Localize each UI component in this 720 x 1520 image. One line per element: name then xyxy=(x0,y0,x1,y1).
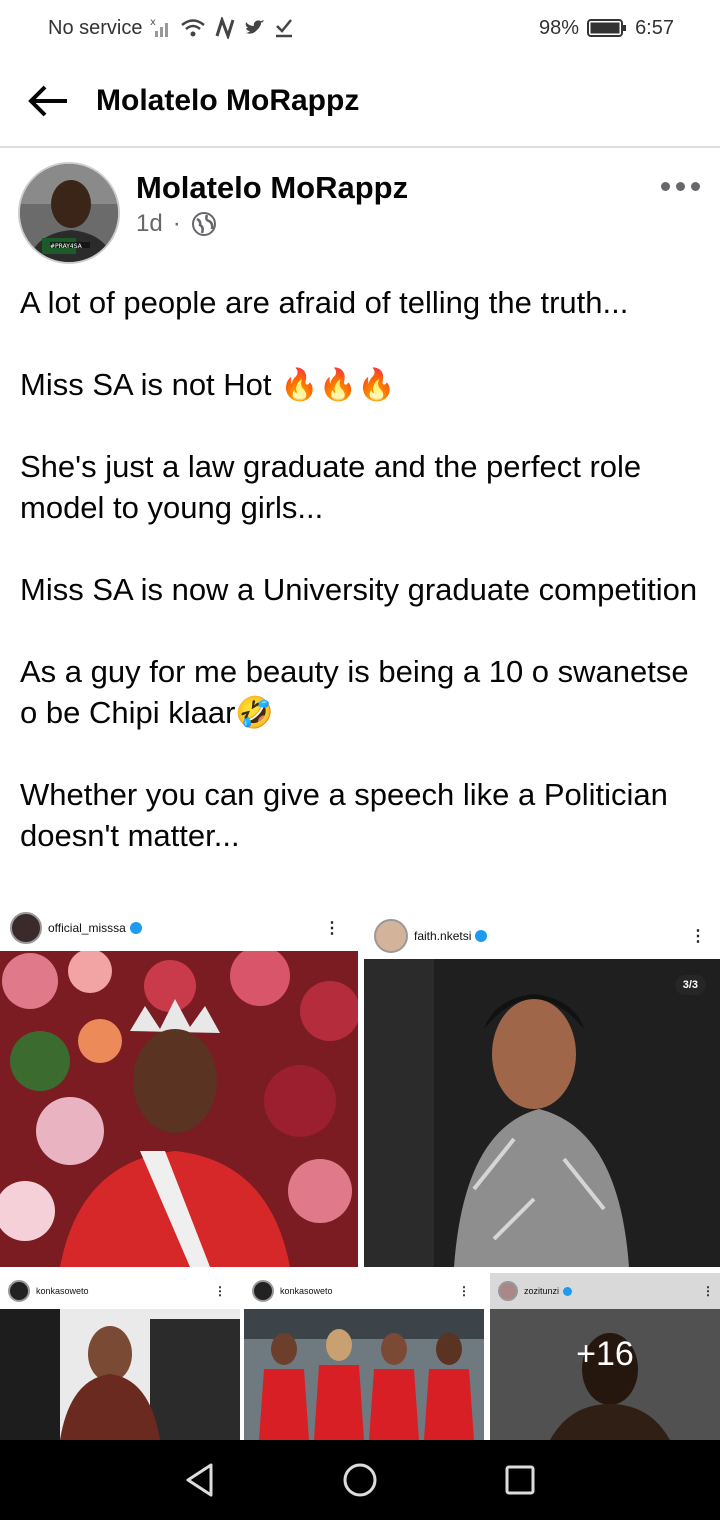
avatar-caption: #PRAY4SA xyxy=(50,243,83,250)
battery-percent: 98% xyxy=(539,16,580,39)
post-paragraph: Whether you can give a speech like a Pol… xyxy=(20,777,668,853)
ig-username: official_misssa xyxy=(48,921,126,935)
verified-badge-icon xyxy=(129,922,142,934)
post-time[interactable]: 1d xyxy=(136,210,163,238)
photo-grid: official_misssa ⋮ faith.nketsi ⋮ 3/3 kon… xyxy=(0,905,720,1440)
twitter-icon xyxy=(244,18,266,38)
photo-tile[interactable]: konkasoweto ⋮ xyxy=(0,1273,240,1440)
ig-more-icon: ⋮ xyxy=(458,1284,470,1298)
ig-more-icon: ⋮ xyxy=(690,928,706,945)
ig-username-row: zozitunzi xyxy=(524,1286,573,1296)
status-bar: No service x 98% 6:57 xyxy=(0,0,720,56)
photo-tile[interactable]: official_misssa ⋮ xyxy=(0,905,358,1267)
app-bar: Molatelo MoRappz xyxy=(0,56,720,148)
download-done-icon xyxy=(274,17,294,39)
ig-more-icon: ⋮ xyxy=(214,1284,226,1298)
circle-home-icon xyxy=(343,1463,377,1497)
post-body: A lot of people are afraid of telling th… xyxy=(20,282,710,856)
ig-more-icon: ⋮ xyxy=(324,920,340,937)
back-button[interactable] xyxy=(0,55,96,147)
nfc-icon xyxy=(214,17,236,39)
ig-post-header: zozitunzi ⋮ xyxy=(490,1273,720,1309)
ig-avatar xyxy=(498,1281,518,1301)
square-recents-icon xyxy=(505,1465,535,1495)
post-paragraph: Miss SA is now a University graduate com… xyxy=(20,572,698,607)
system-nav-bar xyxy=(0,1440,720,1520)
photo-image: +16 xyxy=(490,1309,720,1440)
status-bar-right: 98% 6:57 xyxy=(539,17,674,40)
clock: 6:57 xyxy=(635,16,674,39)
ig-post-header: konkasoweto ⋮ xyxy=(244,1273,484,1309)
photo-image: 3/3 xyxy=(364,959,720,1267)
ig-username-row: faith.nketsi xyxy=(414,929,488,943)
meta-separator: · xyxy=(172,210,181,237)
more-dot xyxy=(661,182,670,191)
nav-home-button[interactable] xyxy=(320,1440,400,1520)
ig-avatar xyxy=(8,1280,30,1302)
post-paragraph: She's just a law graduate and the perfec… xyxy=(20,449,642,525)
post-header: #PRAY4SA Molatelo MoRappz 1d · xyxy=(0,158,720,268)
photo-image xyxy=(0,946,358,1267)
ig-post-header: official_misssa ⋮ xyxy=(0,905,358,951)
post-paragraph: Miss SA is not Hot 🔥🔥🔥 xyxy=(20,367,396,402)
post-paragraph: As a guy for me beauty is being a 10 o s… xyxy=(20,654,689,730)
image-counter: 3/3 xyxy=(674,975,706,995)
ig-avatar xyxy=(252,1280,274,1302)
ig-post-header: konkasoweto ⋮ xyxy=(0,1273,240,1309)
author-avatar[interactable]: #PRAY4SA xyxy=(18,162,120,264)
ig-username: konkasoweto xyxy=(36,1286,89,1296)
post-paragraph: A lot of people are afraid of telling th… xyxy=(20,285,629,320)
carrier-label: No service xyxy=(48,16,143,39)
globe-icon xyxy=(191,212,216,236)
page-title: Molatelo MoRappz xyxy=(96,84,360,117)
post-options-button[interactable] xyxy=(661,182,700,191)
photo-image xyxy=(0,1309,240,1440)
photo-image xyxy=(244,1309,484,1440)
ig-username: zozitunzi xyxy=(524,1286,560,1296)
more-dot xyxy=(676,182,685,191)
photo-tile[interactable]: konkasoweto ⋮ xyxy=(244,1273,484,1440)
status-bar-left: No service x xyxy=(48,17,294,40)
photo-tile[interactable]: zozitunzi ⋮ +16 xyxy=(490,1273,720,1440)
ig-more-icon: ⋮ xyxy=(702,1284,714,1298)
svg-text:x: x xyxy=(150,17,156,28)
verified-badge-icon xyxy=(475,930,488,942)
ig-avatar xyxy=(10,912,42,944)
more-photos-count: +16 xyxy=(576,1335,634,1373)
battery-icon xyxy=(587,18,627,38)
arrow-left-icon xyxy=(28,85,67,117)
ig-post-header: faith.nketsi ⋮ xyxy=(364,913,720,959)
nav-back-button[interactable] xyxy=(160,1440,240,1520)
post-meta: 1d · xyxy=(136,210,217,238)
ig-username: faith.nketsi xyxy=(414,929,472,943)
no-signal-icon: x xyxy=(150,17,172,39)
photo-tile[interactable]: faith.nketsi ⋮ 3/3 xyxy=(364,913,720,1267)
ig-username: konkasoweto xyxy=(280,1286,333,1296)
triangle-back-icon xyxy=(186,1463,213,1497)
author-name[interactable]: Molatelo MoRappz xyxy=(136,170,408,206)
more-dot xyxy=(691,182,700,191)
nav-recents-button[interactable] xyxy=(480,1440,560,1520)
verified-badge-icon xyxy=(563,1286,573,1296)
wifi-icon xyxy=(180,17,206,39)
ig-avatar xyxy=(374,919,408,953)
ig-username-row: official_misssa xyxy=(48,921,142,935)
